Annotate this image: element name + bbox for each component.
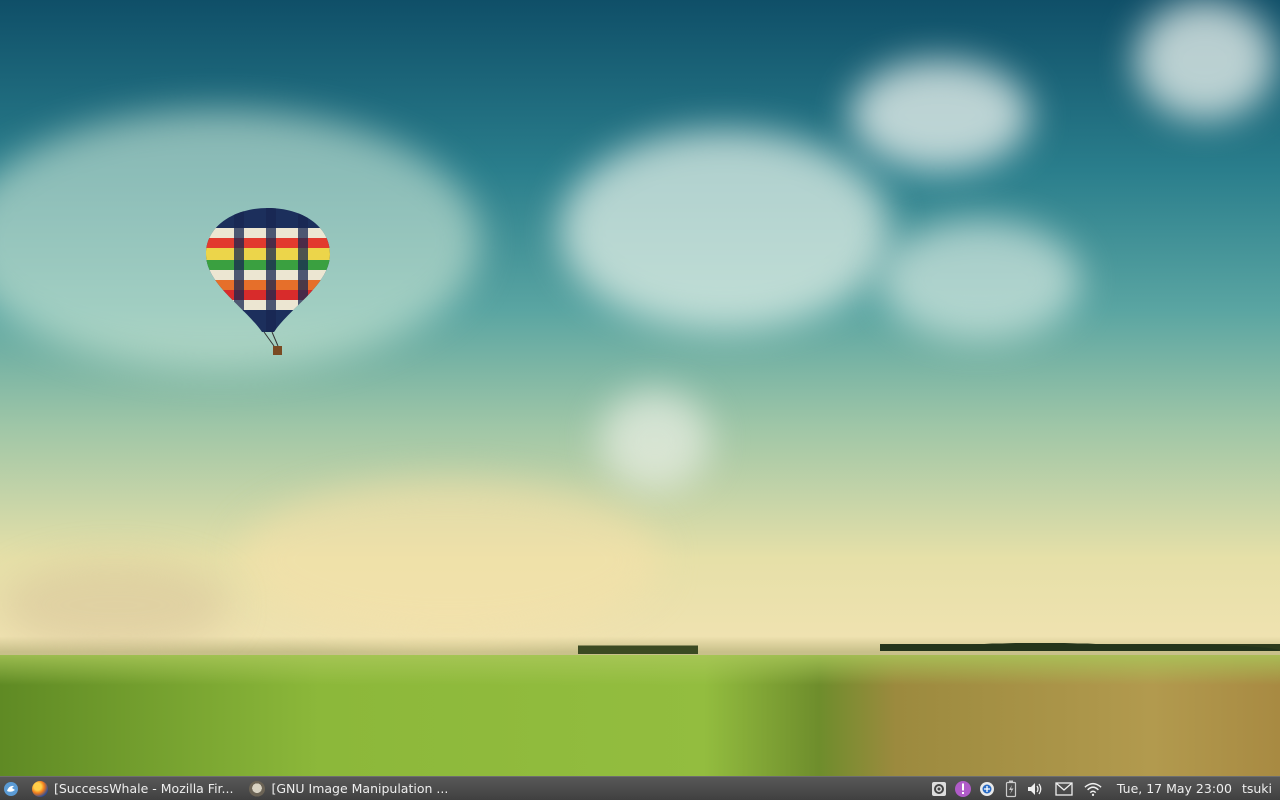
start-menu-button[interactable] (0, 778, 22, 800)
system-tray: Tue, 17 May 23:00 tsuki (927, 777, 1280, 801)
taskbar: [SuccessWhale - Mozilla Fir... [GNU Imag… (0, 776, 1280, 800)
taskbar-task-firefox[interactable]: [SuccessWhale - Mozilla Fir... (26, 778, 239, 800)
battery-icon[interactable] (1002, 780, 1020, 798)
network-manager-icon[interactable] (978, 780, 996, 798)
wifi-icon[interactable] (1084, 780, 1102, 798)
user-name[interactable]: tsuki (1242, 781, 1272, 796)
start-menu-icon (4, 781, 18, 796)
wheat-field (0, 655, 1280, 776)
task-label: [GNU Image Manipulation ... (271, 781, 449, 796)
volume-icon[interactable] (1026, 780, 1044, 798)
desktop-wallpaper (0, 0, 1280, 776)
task-label: [SuccessWhale - Mozilla Fir... (54, 781, 234, 796)
gear-icon[interactable] (930, 780, 948, 798)
hot-air-balloon (206, 208, 330, 355)
clock[interactable]: Tue, 17 May 23:00 (1117, 781, 1232, 796)
tree-line (880, 635, 1280, 651)
mail-icon[interactable] (1055, 780, 1073, 798)
notification-icon[interactable] (954, 780, 972, 798)
firefox-icon (32, 780, 48, 797)
distant-farmhouse (578, 640, 698, 654)
gimp-icon (249, 780, 266, 797)
taskbar-task-gimp[interactable]: [GNU Image Manipulation ... (243, 778, 454, 800)
